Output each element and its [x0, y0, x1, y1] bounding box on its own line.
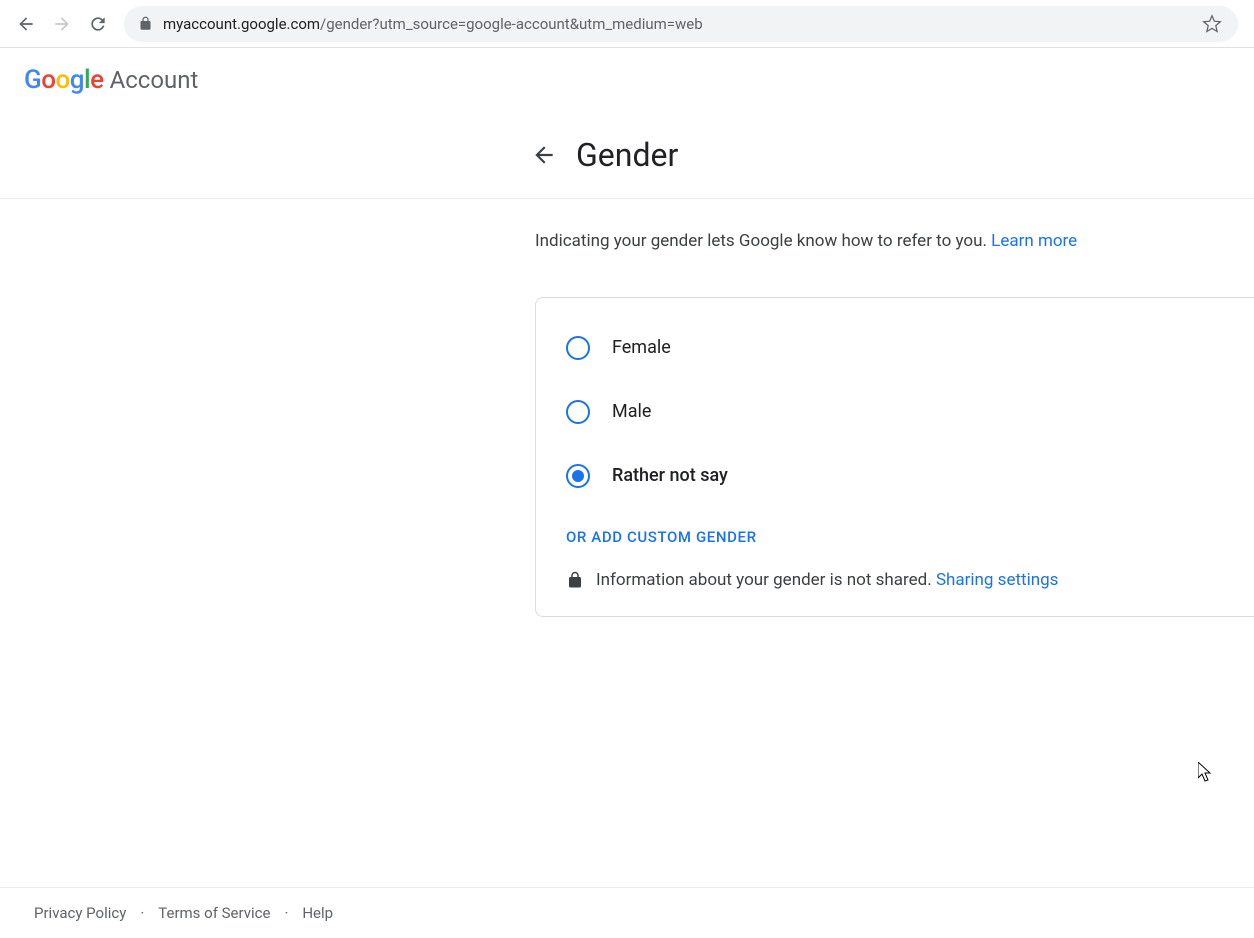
- main-content: Indicating your gender lets Google know …: [0, 199, 1254, 617]
- radio-icon: [566, 400, 590, 424]
- add-custom-gender-link[interactable]: Or add custom gender: [566, 508, 1224, 570]
- page-title: Gender: [576, 136, 678, 174]
- browser-toolbar: myaccount.google.com/gender?utm_source=g…: [0, 0, 1254, 48]
- radio-option-female[interactable]: Female: [566, 316, 1224, 380]
- page-description: Indicating your gender lets Google know …: [535, 229, 1254, 255]
- app-header: Google Account: [0, 48, 1254, 112]
- lock-icon: [138, 16, 153, 31]
- radio-label: Rather not say: [612, 465, 728, 486]
- cursor-icon: [1198, 762, 1212, 782]
- gender-card: Female Male Rather not say Or add custom…: [535, 297, 1254, 617]
- back-button[interactable]: [8, 6, 44, 42]
- url-text: myaccount.google.com/gender?utm_source=g…: [163, 15, 1190, 33]
- product-name: Account: [110, 66, 199, 94]
- radio-icon: [566, 464, 590, 488]
- footer-privacy-link[interactable]: Privacy Policy: [34, 904, 126, 922]
- radio-option-rather-not-say[interactable]: Rather not say: [566, 444, 1224, 508]
- sharing-info-text: Information about your gender is not sha…: [596, 570, 936, 590]
- sharing-info: Information about your gender is not sha…: [566, 570, 1224, 590]
- radio-option-male[interactable]: Male: [566, 380, 1224, 444]
- radio-label: Female: [612, 337, 671, 358]
- radio-label: Male: [612, 401, 651, 422]
- reload-button[interactable]: [80, 6, 116, 42]
- footer: Privacy Policy · Terms of Service · Help: [0, 887, 1254, 938]
- sharing-settings-link[interactable]: Sharing settings: [936, 570, 1059, 590]
- radio-icon: [566, 336, 590, 360]
- page-back-button[interactable]: [530, 141, 558, 169]
- footer-help-link[interactable]: Help: [302, 904, 333, 922]
- arrow-left-icon: [531, 142, 557, 168]
- learn-more-link[interactable]: Learn more: [991, 231, 1077, 251]
- lock-icon: [566, 571, 584, 589]
- footer-terms-link[interactable]: Terms of Service: [158, 904, 270, 922]
- google-logo: Google: [24, 65, 104, 95]
- google-account-logo[interactable]: Google Account: [24, 65, 198, 95]
- page-title-row: Gender: [0, 112, 1254, 199]
- address-bar[interactable]: myaccount.google.com/gender?utm_source=g…: [124, 6, 1238, 42]
- forward-button[interactable]: [44, 6, 80, 42]
- bookmark-star-icon[interactable]: [1200, 12, 1224, 36]
